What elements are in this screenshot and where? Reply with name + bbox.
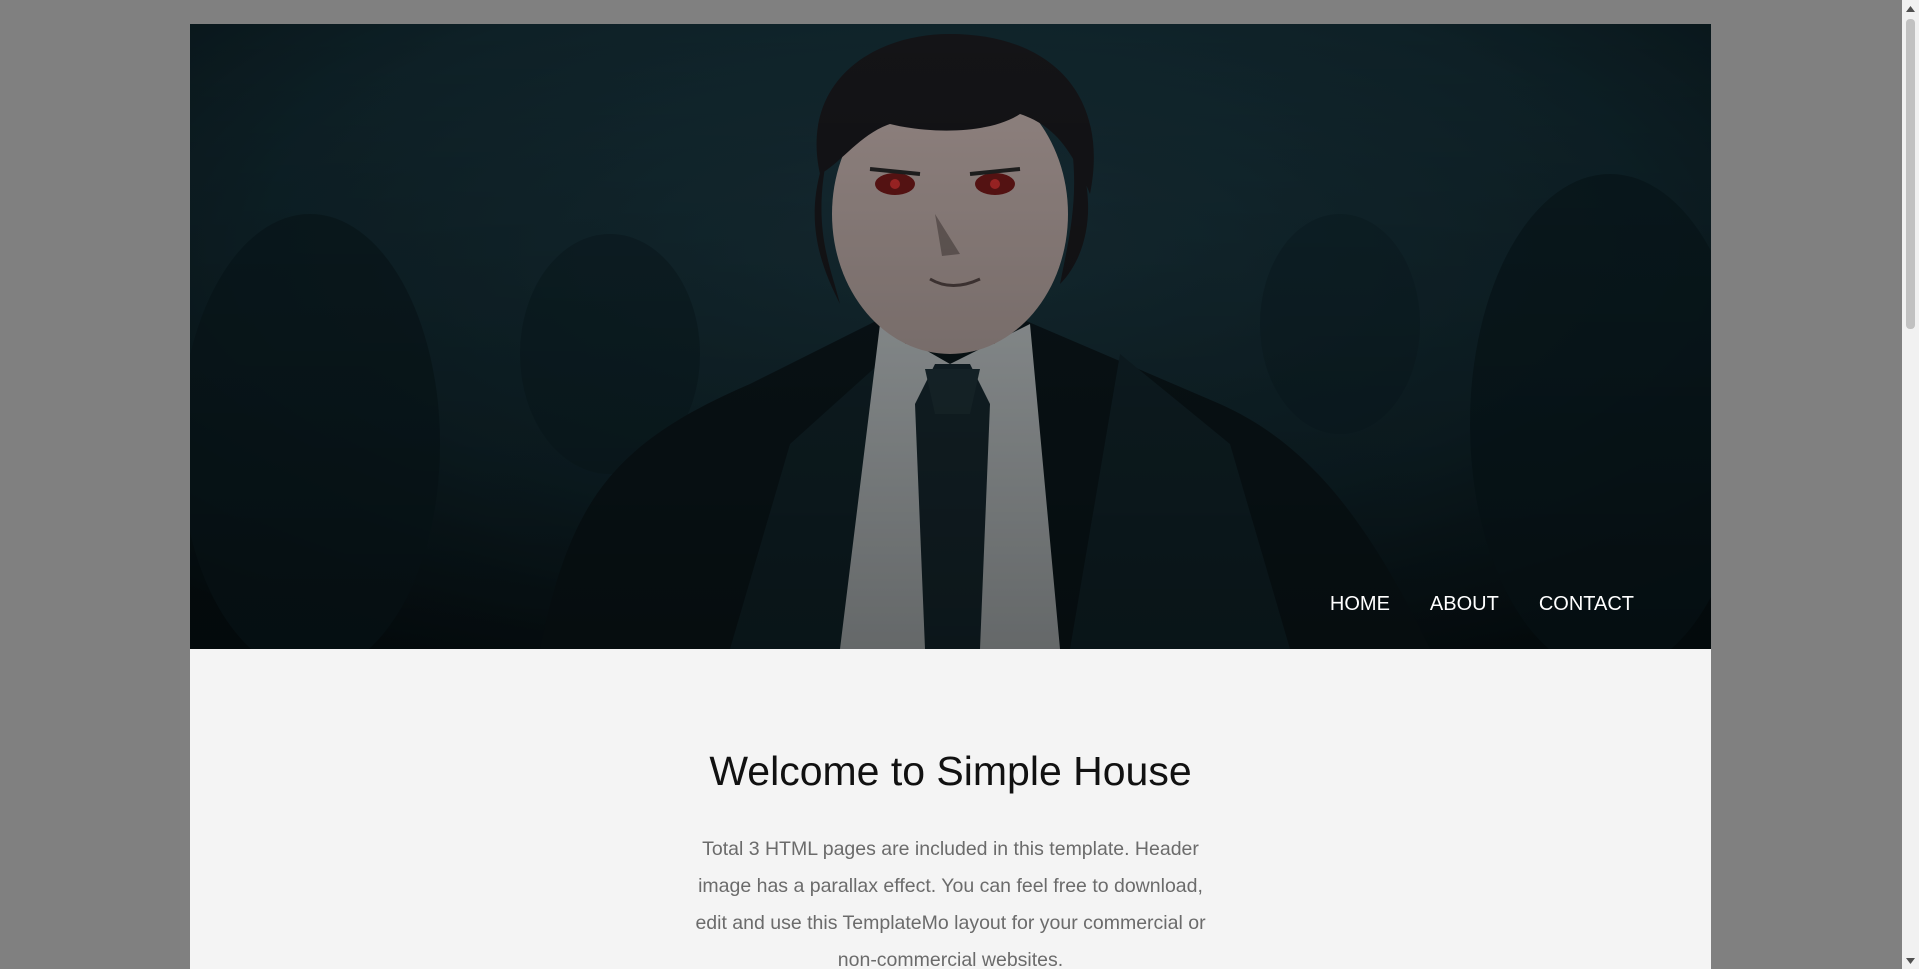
scroll-up-icon[interactable]	[1902, 0, 1919, 17]
scrollbar-thumb[interactable]	[1906, 19, 1915, 329]
intro-paragraph: Total 3 HTML pages are included in this …	[695, 838, 1206, 969]
page-title: Welcome to Simple House	[709, 748, 1192, 794]
main-nav: HOME ABOUT CONTACT	[1310, 589, 1634, 619]
nav-item-contact[interactable]: CONTACT	[1519, 589, 1634, 619]
nav-item-home[interactable]: HOME	[1310, 589, 1410, 619]
nav-item-about[interactable]: ABOUT	[1410, 589, 1519, 619]
scroll-down-icon[interactable]	[1902, 952, 1919, 969]
hero-illustration	[190, 24, 1711, 649]
header-hero-image: HOME ABOUT CONTACT	[190, 24, 1711, 649]
page-scrollbar[interactable]	[1902, 0, 1919, 969]
site-container: HOME ABOUT CONTACT Welcome to Simple Hou…	[190, 24, 1711, 969]
welcome-section: Welcome to Simple House Total 3 HTML pag…	[190, 649, 1711, 969]
page-viewport: HOME ABOUT CONTACT Welcome to Simple Hou…	[0, 0, 1902, 969]
